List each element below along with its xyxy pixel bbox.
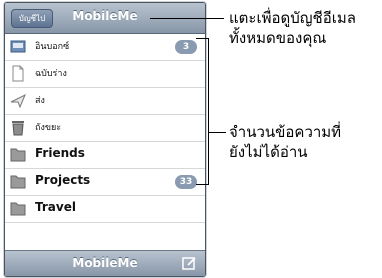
mailbox-list: อินบอกซ์ 3 ฉบับร่าง ส่ง ถังขยะ Friends P… <box>5 34 205 223</box>
drafts-icon <box>12 65 24 82</box>
mailbox-label: Friends <box>35 146 85 160</box>
mailbox-label: Travel <box>35 200 76 214</box>
folder-icon <box>10 148 26 162</box>
inbox-icon <box>10 40 26 53</box>
callout-line-2: ยังไม่ได้อ่าน <box>229 143 308 161</box>
mailbox-row-projects[interactable]: Projects 33 <box>5 169 205 196</box>
accounts-callout: แตะเพื่อดูบัญชีอีเมล ทั้งหมดของคุณ <box>229 8 356 48</box>
mailbox-label: ถังขยะ <box>35 123 62 133</box>
mailbox-label: Projects <box>35 173 91 187</box>
unread-bracket <box>196 38 209 185</box>
mailbox-label: อินบอกซ์ <box>35 42 70 52</box>
mailbox-row-trash[interactable]: ถังขยะ <box>5 115 205 142</box>
mailbox-row-travel[interactable]: Travel <box>5 196 205 223</box>
callout-line-1: จำนวนข้อความที่ <box>229 123 342 141</box>
compose-icon[interactable] <box>182 256 197 270</box>
unread-count-badge: 33 <box>175 175 197 189</box>
trash-icon <box>12 121 24 136</box>
sent-icon <box>10 93 26 109</box>
mailbox-row-inbox[interactable]: อินบอกซ์ 3 <box>5 34 205 61</box>
toolbar-title: MobileMe <box>72 256 138 270</box>
mailbox-label: ฉบับร่าง <box>35 69 67 79</box>
mailbox-label: ส่ง <box>35 96 45 106</box>
mailbox-row-drafts[interactable]: ฉบับร่าง <box>5 61 205 88</box>
callout-line-2: ทั้งหมดของคุณ <box>229 29 327 47</box>
bottom-toolbar: MobileMe <box>5 250 205 276</box>
unread-callout-line <box>208 132 226 133</box>
mailbox-row-friends[interactable]: Friends <box>5 142 205 169</box>
folder-icon <box>10 202 26 216</box>
accounts-callout-line <box>150 18 224 19</box>
folder-icon <box>10 175 26 189</box>
callout-line-1: แตะเพื่อดูบัญชีอีเมล <box>229 9 356 27</box>
unread-count-badge: 3 <box>175 40 197 54</box>
phone-screen: บัญชีไป MobileMe อินบอกซ์ 3 ฉบับร่าง ส่ง… <box>4 2 206 277</box>
mailbox-row-sent[interactable]: ส่ง <box>5 88 205 115</box>
unread-callout: จำนวนข้อความที่ ยังไม่ได้อ่าน <box>229 122 341 162</box>
nav-title: MobileMe <box>72 9 138 23</box>
